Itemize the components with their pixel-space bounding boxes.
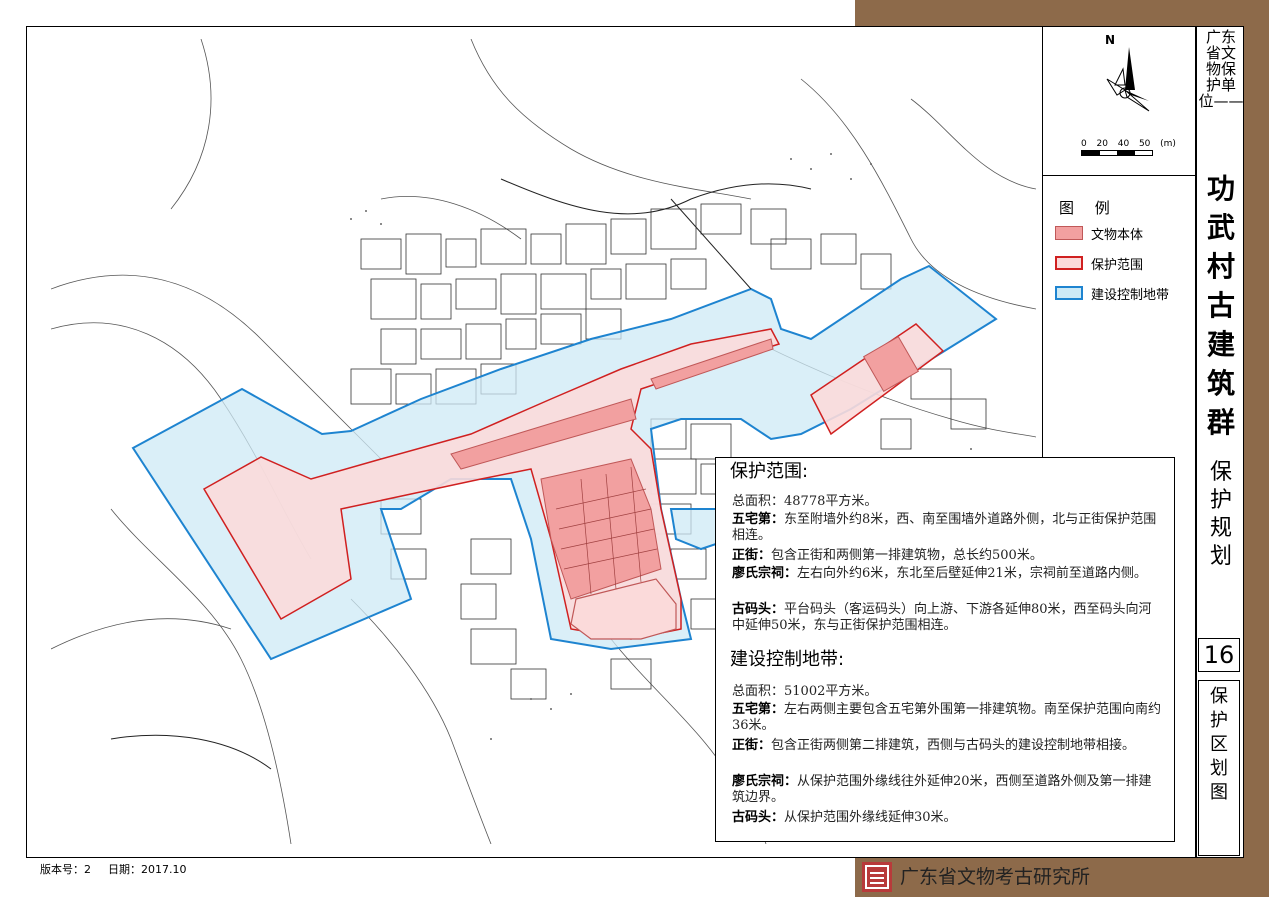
item-name: 五宅第：: [732, 512, 785, 527]
protection-heading: 保护范围:: [730, 461, 809, 482]
map-sheet: N 0 20 40 50 (m) 图 例 文物本体 保护范围 建设控制地带 保护…: [26, 26, 1196, 858]
item-text: 包含正街和两侧第一排建筑物，总长约500米。: [771, 548, 1043, 563]
sheet-name-char: 图: [1210, 782, 1228, 803]
protection-swatch: [1055, 256, 1083, 270]
item-name: 古码头：: [732, 810, 785, 825]
title-plan: 保 护 规 划: [1197, 459, 1245, 571]
scale-bar: 0 20 40 50 (m): [1081, 139, 1191, 156]
scale-label-0: 0: [1081, 139, 1087, 149]
control-swatch: [1055, 286, 1083, 300]
compass-scale-box: N 0 20 40 50 (m): [1042, 27, 1195, 176]
legend-item-control: 建设控制地带: [1055, 283, 1169, 303]
description-panel: 保护范围: 总面积：48778平方米。 五宅第：东至附墙外约8米，西、南至围墙外…: [715, 457, 1175, 842]
item-name: 古码头：: [732, 602, 785, 617]
legend-item-label: 建设控制地带: [1091, 287, 1170, 303]
title-char: 群: [1206, 406, 1235, 439]
sheet-name-char: 划: [1210, 758, 1228, 779]
item-name: 廖氏宗祠：: [732, 566, 798, 581]
sheet-name: 保 护 区 划 图: [1198, 680, 1240, 856]
sheet-name-char: 区: [1210, 734, 1228, 755]
legend-item-label: 保护范围: [1091, 257, 1144, 273]
item-name: 廖氏宗祠：: [732, 774, 798, 789]
north-arrow-icon: [1106, 47, 1150, 112]
plan-char: 规: [1209, 516, 1232, 541]
control-item: 正街：包含正街两侧第二排建筑，西侧与古码头的建设控制地带相接。: [732, 738, 1164, 754]
version-label: 版本号：2: [40, 863, 91, 876]
protection-total-area: 总面积：48778平方米。: [732, 494, 878, 509]
item-text: 平台码头（客运码头）向上游、下游各延伸80米，西至码头向河中延伸50米，东与正街…: [732, 602, 1152, 633]
subtitle-line: 护单: [1205, 76, 1236, 94]
legend: 图 例 文物本体 保护范围 建设控制地带: [1042, 175, 1195, 465]
scale-label-50: 50: [1138, 139, 1151, 149]
institute-logo-icon: [862, 862, 892, 892]
control-heading: 建设控制地带:: [730, 649, 845, 670]
item-name: 五宅第：: [732, 702, 785, 717]
title-char: 筑: [1206, 367, 1235, 400]
subtitle-line: 广东: [1205, 28, 1236, 46]
subtitle-line: 物保: [1205, 60, 1236, 78]
scale-label-20: 20: [1096, 139, 1108, 149]
item-text: 包含正街两侧第二排建筑，西侧与古码头的建设控制地带相接。: [771, 738, 1136, 753]
date-label: 日期：2017.10: [108, 863, 187, 876]
plan-char: 保: [1209, 460, 1232, 485]
item-name: 正街：: [732, 548, 772, 563]
institute-name: 广东省文物考古研究所: [900, 866, 1091, 888]
title-main: 功 武 村 古 建 筑 群: [1197, 169, 1245, 442]
legend-item-label: 文物本体: [1091, 227, 1144, 243]
protection-item: 古码头：平台码头（客运码头）向上游、下游各延伸80米，西至码头向河中延伸50米，…: [732, 602, 1164, 634]
legend-title: 图 例: [1059, 199, 1118, 217]
sheet-number: 16: [1198, 638, 1240, 672]
subtitle-line: 位——: [1198, 92, 1244, 110]
item-text: 从保护范围外缘线延伸30米。: [784, 810, 957, 825]
item-name: 正街：: [732, 738, 772, 753]
plan-char: 护: [1209, 488, 1232, 513]
item-text: 左右两侧主要包含五宅第外围第一排建筑物。南至保护范围向南约36米。: [732, 702, 1162, 733]
control-total-area: 总面积：51002平方米。: [732, 684, 878, 699]
item-text: 左右向外约6米，东北至后壁延伸21米，宗祠前至道路内侧。: [797, 566, 1147, 581]
title-char: 建: [1206, 328, 1235, 361]
protection-item: 廖氏宗祠：左右向外约6米，东北至后壁延伸21米，宗祠前至道路内侧。: [732, 566, 1164, 582]
protection-item: 五宅第：东至附墙外约8米，西、南至围墙外道路外侧，北与正街保护范围相连。: [732, 512, 1164, 544]
legend-item-heritage: 文物本体: [1055, 223, 1143, 243]
control-item: 古码头：从保护范围外缘线延伸30米。: [732, 810, 1164, 826]
sheet-name-char: 保: [1210, 686, 1228, 707]
title-char: 村: [1206, 250, 1235, 283]
heritage-swatch: [1055, 226, 1083, 240]
item-text: 东至附墙外约8米，西、南至围墙外道路外侧，北与正街保护范围相连。: [732, 512, 1157, 543]
subtitle-line: 省文: [1205, 44, 1236, 62]
title-char: 武: [1206, 211, 1235, 244]
title-char: 古: [1206, 289, 1235, 322]
scale-label-40: 40: [1117, 139, 1130, 149]
control-item: 廖氏宗祠：从保护范围外缘线往外延伸20米，西侧至道路外侧及第一排建筑边界。: [732, 774, 1164, 806]
plan-char: 划: [1209, 544, 1232, 569]
control-item: 五宅第：左右两侧主要包含五宅第外围第一排建筑物。南至保护范围向南约36米。: [732, 702, 1164, 734]
sheet-name-char: 护: [1210, 710, 1228, 731]
title-subtitle: 广东 省文 物保 护单 位——: [1197, 29, 1245, 109]
title-char: 功: [1206, 172, 1235, 205]
scale-label-unit: (m): [1160, 139, 1176, 149]
protection-item: 正街：包含正街和两侧第一排建筑物，总长约500米。: [732, 548, 1164, 564]
legend-item-protection: 保护范围: [1055, 253, 1143, 273]
